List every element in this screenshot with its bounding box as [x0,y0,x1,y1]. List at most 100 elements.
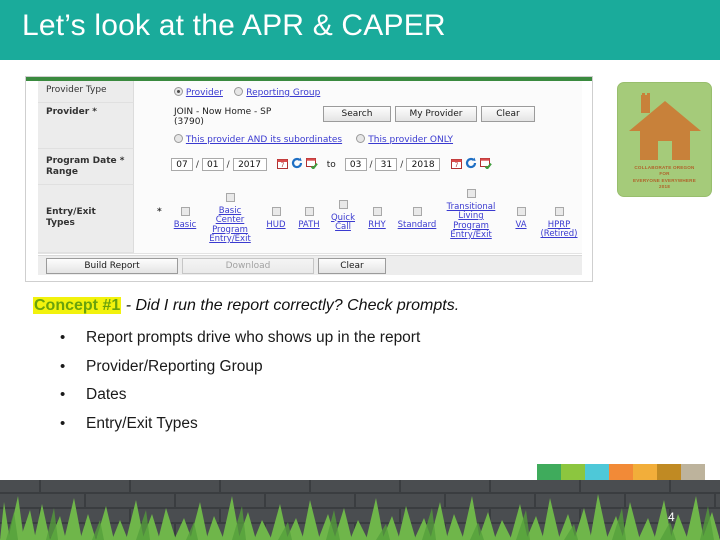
list-item: • Entry/Exit Types [56,413,616,442]
bullet-list: • Report prompts drive who shows up in t… [56,327,616,441]
swatch-4 [609,464,633,480]
label-provider-type: Provider Type [38,81,134,103]
list-item: • Dates [56,384,616,413]
form-clear-button[interactable]: Clear [318,258,386,274]
checkbox-va[interactable]: VA [510,207,532,230]
grass-blades [0,494,720,540]
calendar-check-icon[interactable] [306,157,318,170]
bullet-dot-icon: • [60,386,66,403]
build-report-button[interactable]: Build Report [46,258,178,274]
checkbox-label-basic[interactable]: Basic [174,220,197,230]
radio-label-provider-only[interactable]: This provider ONLY [368,135,453,145]
calendar-icon-end[interactable]: 7 [450,158,462,169]
house-icon [629,93,701,160]
checkbox-label-va[interactable]: VA [515,220,526,230]
checkbox-box-hud[interactable] [271,207,281,216]
checkbox-label-transitional-living[interactable]: Transitional Living Program Entry/Exit [447,202,496,241]
bullet-dot-icon: • [60,357,66,375]
calendar-check-icon-end[interactable] [479,157,492,170]
label-entry-exit-types: Entry/Exit Types [38,185,134,253]
form-body: Provider Type Provider Reporting Group P… [26,81,592,281]
checkbox-box-va[interactable] [516,207,526,216]
svg-text:7: 7 [454,162,458,169]
checkbox-label-hprp-retired[interactable]: HPRP (Retired) [540,220,577,240]
refresh-icon-end[interactable] [465,157,477,169]
label-provider: Provider * [38,103,134,149]
calendar-icon[interactable]: 7 [277,158,289,169]
footer-brick-wall [0,480,720,540]
checkbox-box-basic[interactable] [180,207,190,216]
end-year-input[interactable]: 2018 [406,158,441,171]
radio-provider-only[interactable] [356,134,366,143]
start-year-input[interactable]: 2017 [232,158,267,171]
date-range-separator: to [326,160,336,170]
radio-label-provider[interactable]: Provider [186,88,223,98]
bullet-text: Report prompts drive who shows up in the… [86,329,421,346]
checkbox-label-basic-center-program[interactable]: Basic Center Program Entry/Exit [209,206,251,245]
my-provider-button[interactable]: My Provider [395,106,477,122]
provider-value: JOIN - Now Home - SP (3790) [174,107,272,127]
collaborate-oregon-logo: COLLABORATE OREGON FOR EVERYONE EVERYWHE… [617,82,712,197]
swatch-5 [633,464,657,480]
concept-description: - Did I run the report correctly? Check … [121,297,460,314]
swatch-1 [537,464,561,480]
list-item: • Report prompts drive who shows up in t… [56,327,616,356]
page-title: Let’s look at the APR & CAPER [22,9,446,42]
end-day-input[interactable]: 31 [375,158,398,171]
form-action-bar: Build Report Download Clear [38,255,582,275]
provider-clear-button[interactable]: Clear [481,106,535,122]
search-button[interactable]: Search [323,106,391,122]
provider-required-marker: * [92,107,98,117]
checkbox-quick-call[interactable]: Quick Call [329,200,357,233]
checkbox-box-transitional-living[interactable] [466,189,476,198]
start-month-input[interactable]: 07 [171,158,193,171]
slide-title-bar: Let’s look at the APR & CAPER [0,0,720,60]
checkbox-box-basic-center-program[interactable] [225,193,235,202]
list-item: • Provider/Reporting Group [56,356,616,385]
checkbox-label-hud[interactable]: HUD [266,220,285,230]
checkbox-box-path[interactable] [304,207,314,216]
radio-label-provider-and-subordinates[interactable]: This provider AND its subordinates [186,135,342,145]
checkbox-path[interactable]: PATH [294,207,324,230]
radio-provider[interactable] [174,87,183,96]
download-button: Download [182,258,314,274]
checkbox-label-rhy[interactable]: RHY [368,220,386,230]
start-day-input[interactable]: 01 [201,158,224,171]
hmis-report-prompt-form: Provider Type Provider Reporting Group P… [25,76,593,282]
checkbox-box-hprp-retired[interactable] [554,207,564,216]
checkbox-box-standard[interactable] [412,207,422,216]
date-range-fields: 07 / 01 / 2017 7 to 03 / 31 / 2018 7 [171,157,492,171]
footer-color-swatches [537,464,705,480]
checkbox-hprp-retired[interactable]: HPRP (Retired) [536,207,582,240]
swatch-7 [681,464,705,480]
radio-provider-and-subordinates[interactable] [174,134,183,143]
checkbox-standard[interactable]: Standard [394,207,440,230]
checkbox-box-rhy[interactable] [372,207,382,216]
checkbox-basic[interactable]: Basic [168,207,202,230]
bullet-text: Dates [86,386,127,403]
checkbox-rhy[interactable]: RHY [364,207,390,230]
swatch-3 [585,464,609,480]
checkbox-label-path[interactable]: PATH [298,220,319,230]
checkbox-basic-center-program[interactable]: Basic Center Program Entry/Exit [206,193,254,245]
date-required-marker: * [119,156,125,166]
footer-grass [0,494,720,540]
radio-reporting-group[interactable] [234,87,244,96]
provider-scope-options: This provider AND its subordinates This … [174,134,453,145]
checkbox-label-standard[interactable]: Standard [398,220,437,230]
concept-line: Concept #1 - Did I run the report correc… [33,297,459,315]
bullet-dot-icon: • [60,329,66,346]
checkbox-hud[interactable]: HUD [263,207,289,230]
radio-label-reporting-group[interactable]: Reporting Group [246,88,320,98]
bullet-text: Provider/Reporting Group [86,357,263,375]
checkbox-label-quick-call[interactable]: Quick Call [331,213,355,233]
checkbox-box-quick-call[interactable] [338,200,348,209]
swatch-6 [657,464,681,480]
checkbox-transitional-living[interactable]: Transitional Living Program Entry/Exit [445,189,497,241]
end-month-input[interactable]: 03 [344,158,367,171]
page-number: 4 [668,510,675,524]
entry-exit-required-marker: * [157,207,162,217]
label-program-date-range: Program Date * Range [38,149,134,185]
logo-caption: COLLABORATE OREGON FOR EVERYONE EVERYWHE… [633,165,696,189]
refresh-icon[interactable] [291,157,303,169]
